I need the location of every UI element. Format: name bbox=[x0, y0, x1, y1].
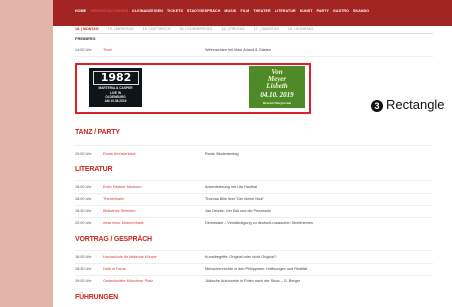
day-tab[interactable]: 17. | SAMSTAG bbox=[254, 27, 279, 31]
nav-item-theater[interactable]: THEATER bbox=[253, 9, 270, 13]
event-description: Thomas Bille liest "Der kleine Nick" bbox=[205, 197, 265, 201]
city-heading: FREIBERG bbox=[75, 36, 96, 41]
divider bbox=[75, 205, 433, 206]
nav-item-veranstaltungen[interactable]: VERANSTALTUNGEN bbox=[90, 9, 128, 13]
day-tabs: 18. | MONTAG 19. | DIENSTAG 15. | MITTWOCH… bbox=[75, 27, 313, 31]
divider bbox=[75, 250, 433, 251]
main-navigation: HOME VERANSTALTUNGEN KLEINANZEIGEN TICKETS S… bbox=[53, 0, 452, 26]
divider bbox=[75, 217, 433, 218]
event-description: Menschenrechte in den Philippinen: Hoffn… bbox=[205, 267, 308, 271]
page: HOME VERANSTALTUNGEN KLEINANZEIGEN TICKETS S… bbox=[53, 0, 452, 307]
event-location-link[interactable]: Roots Amüsierlokal bbox=[103, 152, 136, 156]
event-description: Demoslam – Verständigung zu deutsch-russ… bbox=[205, 221, 314, 225]
event-location-link[interactable]: Theaterkahn bbox=[103, 197, 124, 201]
nav-item-gastro[interactable]: GASTRO bbox=[333, 9, 349, 13]
event-location-link[interactable]: Bibliothek Striehlen bbox=[103, 209, 136, 213]
day-tab[interactable]: 18. | MONTAG bbox=[75, 27, 99, 31]
divider bbox=[75, 275, 433, 276]
section-heading-literatur: LITERATUR bbox=[75, 166, 113, 173]
nav-item-kleinanzeigen[interactable]: KLEINANZEIGEN bbox=[132, 9, 163, 13]
event-location-link[interactable]: Hole of Fame bbox=[103, 267, 126, 271]
divider bbox=[75, 33, 433, 34]
nav-item-home[interactable]: HOME bbox=[75, 9, 86, 13]
event-description: Roots Studententag bbox=[205, 152, 239, 156]
nav-item-stadtgespräch[interactable]: STADTGESPRÄCH bbox=[187, 9, 220, 13]
event-location-link[interactable]: Gedenkstätte Münchner Platz bbox=[103, 279, 153, 283]
event-location-link[interactable]: riesa efau. Motorenhalle bbox=[103, 221, 144, 225]
nav-item-musik[interactable]: MUSIK bbox=[224, 9, 236, 13]
divider bbox=[75, 145, 433, 146]
event-description: Jüdische Autonomie in Polen nach der Sho… bbox=[205, 279, 301, 283]
nav-items: HOME VERANSTALTUNGEN KLEINANZEIGEN TICKETS S… bbox=[75, 9, 369, 13]
highlight-rectangle bbox=[75, 63, 311, 114]
day-tab[interactable]: 15. | MITTWOCH bbox=[143, 27, 171, 31]
divider bbox=[75, 180, 433, 181]
day-tab[interactable]: 16. | FREITAG bbox=[221, 27, 244, 31]
annotation-label: Rectangle bbox=[386, 97, 445, 112]
event-time: 18:30 Uhr bbox=[75, 209, 92, 213]
section-heading-fuehrungen: FÜHRUNGEN bbox=[75, 294, 118, 301]
nav-item-film[interactable]: FILM bbox=[241, 9, 250, 13]
event-time: 18:00 Uhr bbox=[75, 185, 92, 189]
event-time: 14:00 Uhr bbox=[75, 48, 92, 52]
nav-item-tickets[interactable]: TICKETS bbox=[167, 9, 183, 13]
day-tab[interactable]: 15. | DONNERSTAG bbox=[179, 27, 212, 31]
event-description: Adventslesung mit Uta Hauthal bbox=[205, 185, 258, 189]
event-time: 18:00 Uhr bbox=[75, 255, 92, 259]
section-heading-vortrag-gespraech: VORTRAG / GESPRÄCH bbox=[75, 236, 152, 243]
event-time: 18:00 Uhr bbox=[75, 197, 92, 201]
day-tab[interactable]: 18. | SONNTAG bbox=[288, 27, 313, 31]
event-description: Jan Delzke: Der Bär und die Prinzessin bbox=[205, 209, 272, 213]
event-time: 20:00 Uhr bbox=[75, 152, 92, 156]
section-heading-tanz-party: TANZ / PARTY bbox=[75, 129, 120, 136]
nav-item-skando[interactable]: SKANDO bbox=[353, 9, 369, 13]
divider bbox=[75, 193, 433, 194]
divider bbox=[75, 56, 433, 57]
event-location-link[interactable]: Tivoli bbox=[103, 48, 112, 52]
day-tab[interactable]: 19. | DIENSTAG bbox=[108, 27, 134, 31]
event-description: Kunstbegriffe: Original oder nicht Origi… bbox=[205, 255, 277, 259]
event-location-link[interactable]: Hochschule für bildende Künste bbox=[103, 255, 157, 259]
nav-item-kunst[interactable]: KUNST bbox=[300, 9, 313, 13]
annotation-number-badge: 3 bbox=[371, 100, 383, 112]
divider bbox=[75, 263, 433, 264]
event-description: Weihnachten mit Maxi Arland & Gästen bbox=[205, 48, 271, 52]
nav-item-party[interactable]: PARTY bbox=[317, 9, 329, 13]
nav-item-literatur[interactable]: LITERATUR bbox=[275, 9, 296, 13]
event-location-link[interactable]: Erich Kästner Museum bbox=[103, 185, 141, 189]
event-time: 19:00 Uhr bbox=[75, 279, 92, 283]
event-time: 20:00 Uhr bbox=[75, 221, 92, 225]
event-time: 18:30 Uhr bbox=[75, 267, 92, 271]
